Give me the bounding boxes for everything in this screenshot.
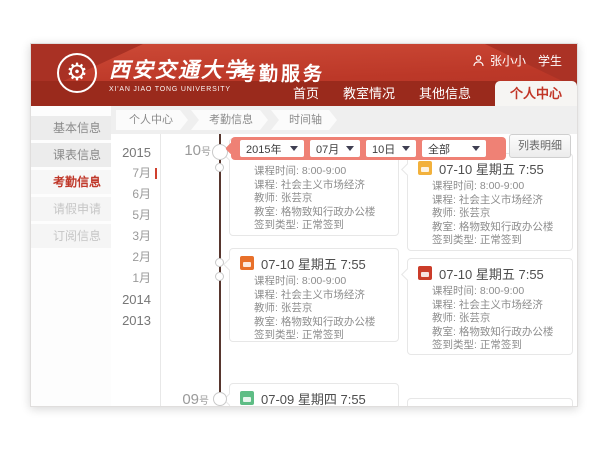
card-field: 课程时间: 8:00-9:00 [432,285,562,299]
chevron-down-icon [472,146,480,151]
year-select-value: 2015年 [246,141,281,157]
card-field: 教室: 格物致知行政办公楼 [432,221,562,235]
user-role: 学生 [538,52,562,69]
timeline-nav-march[interactable]: 3月 [111,226,160,247]
card-field: 教室: 格物致知行政办公楼 [432,326,562,340]
card-field: 教室: 格物致知行政办公楼 [254,316,388,330]
type-select-value: 全部 [428,141,450,157]
card-field: 课程: 社会主义市场经济 [432,194,562,208]
university-seal-icon: ⚙ [57,53,97,93]
sidebar-item-attendance-info[interactable]: 考勤信息 [31,170,111,194]
nav-item-other-info[interactable]: 其他信息 [419,81,471,106]
day-select[interactable]: 10日 [366,140,416,157]
card-field: 签到类型: 正常签到 [254,329,388,343]
card-field: 签到类型: 正常签到 [432,234,562,248]
card-field: 课程: 社会主义市场经济 [254,179,388,193]
status-calendar-icon [240,256,254,270]
card-field: 教师: 张芸京 [432,312,562,326]
sidebar-item-leave-request[interactable]: 请假申请 [31,197,111,221]
timeline-nav-may[interactable]: 5月 [111,205,160,226]
day-number: 10 [184,142,201,159]
card-title: 07-10 星期五 7:55 [439,264,544,283]
chevron-down-icon [402,146,410,151]
breadcrumb-personal-center[interactable]: 个人中心 [116,110,188,130]
timeline-nav-july[interactable]: 7月 [111,163,160,184]
breadcrumb-timeline[interactable]: 时间轴 [271,110,337,130]
month-select-value: 07月 [316,141,339,157]
card-field: 课程时间: 8:00-9:00 [432,180,562,194]
card-field: 课程时间: 8:00-9:00 [254,275,388,289]
timeline-nav-2014[interactable]: 2014 [111,289,160,310]
timeline-node [215,163,224,172]
attendance-card[interactable]: 07-10 星期五 7:55 课程时间: 8:00-9:00 课程: 社会主义市… [229,248,399,342]
card-field: 教师: 张芸京 [254,302,388,316]
nav-item-personal-center[interactable]: 个人中心 [495,81,577,106]
card-field: 教室: 格物致知行政办公楼 [254,206,388,220]
sidebar-item-subscription-info[interactable]: 订阅信息 [31,224,111,248]
attendance-card[interactable]: 07-09 星期四 7:55 [229,383,399,407]
month-select[interactable]: 07月 [310,140,360,157]
card-field: 课程时间: 8:00-9:00 [254,165,388,179]
attendance-card[interactable] [407,398,573,407]
chevron-down-icon [346,146,354,151]
university-name: 西安交通大学 XI'AN JIAO TONG UNIVERSITY [109,54,247,93]
nav-item-classrooms[interactable]: 教室情况 [343,81,395,106]
type-select[interactable]: 全部 [422,140,486,157]
university-name-en: XI'AN JIAO TONG UNIVERSITY [109,86,247,93]
status-calendar-icon [418,266,432,280]
breadcrumb-attendance-info[interactable]: 考勤信息 [191,110,268,130]
user-icon [473,55,484,67]
chevron-down-icon [290,146,298,151]
sidebar-item-timetable-info[interactable]: 课表信息 [31,143,111,167]
timeline-axis [219,134,221,400]
timeline-nav-january[interactable]: 1月 [111,268,160,289]
timeline-nav-july-label: 7月 [132,166,151,180]
timeline-nav-2015[interactable]: 2015 [111,142,160,163]
page: ⚙ 西安交通大学 XI'AN JIAO TONG UNIVERSITY 考勤服务… [0,0,600,450]
card-title: 07-10 星期五 7:55 [439,159,544,178]
app-header: ⚙ 西安交通大学 XI'AN JIAO TONG UNIVERSITY 考勤服务… [31,44,577,106]
user-menu[interactable]: 张小小 学生 [473,52,562,69]
timeline-nav-june[interactable]: 6月 [111,184,160,205]
timeline-node [213,392,227,406]
day-unit: 号 [199,396,209,407]
day-number: 09 [182,391,199,407]
filter-bar: 2015年 07月 10日 全部 [231,137,506,160]
timeline-day-10: 10号 [177,142,211,160]
app-window: ⚙ 西安交通大学 XI'AN JIAO TONG UNIVERSITY 考勤服务… [30,43,578,407]
card-field: 教师: 张芸京 [254,192,388,206]
year-select[interactable]: 2015年 [240,140,304,157]
card-title: 07-10 星期五 7:55 [261,254,366,273]
day-select-value: 10日 [372,141,395,157]
timeline-node [215,258,224,267]
sidebar: 基本信息 课表信息 考勤信息 请假申请 订阅信息 [31,106,111,406]
status-calendar-icon [240,391,254,405]
list-detail-button[interactable]: 列表明细 [509,134,571,158]
timeline-nav-2013[interactable]: 2013 [111,310,160,331]
status-calendar-icon [418,161,432,175]
card-field: 签到类型: 正常签到 [254,219,388,233]
top-navigation: 首页 教室情况 其他信息 个人中心 [293,81,577,106]
timeline-year-nav: 2015 7月 6月 5月 3月 2月 1月 2014 2013 [111,134,161,406]
breadcrumb: 个人中心 考勤信息 时间轴 [111,106,578,134]
current-month-marker [155,168,157,179]
attendance-card[interactable]: 07-10 星期五 7:55 课程时间: 8:00-9:00 课程: 社会主义市… [407,153,573,251]
card-field: 教师: 张芸京 [432,207,562,221]
card-title: 07-09 星期四 7:55 [261,389,366,408]
attendance-card[interactable]: 07-10 星期五 7:55 课程时间: 8:00-9:00 课程: 社会主义市… [407,258,573,355]
university-name-cn: 西安交通大学 [109,54,247,84]
card-field: 课程: 社会主义市场经济 [432,299,562,313]
day-unit: 号 [201,147,211,158]
timeline-day-09: 09号 [175,391,209,407]
user-name: 张小小 [490,52,526,69]
card-field: 课程: 社会主义市场经济 [254,289,388,303]
nav-item-home[interactable]: 首页 [293,81,319,106]
card-field: 签到类型: 正常签到 [432,339,562,353]
timeline-node [215,272,224,281]
timeline-nav-february[interactable]: 2月 [111,247,160,268]
sidebar-item-basic-info[interactable]: 基本信息 [31,116,111,140]
